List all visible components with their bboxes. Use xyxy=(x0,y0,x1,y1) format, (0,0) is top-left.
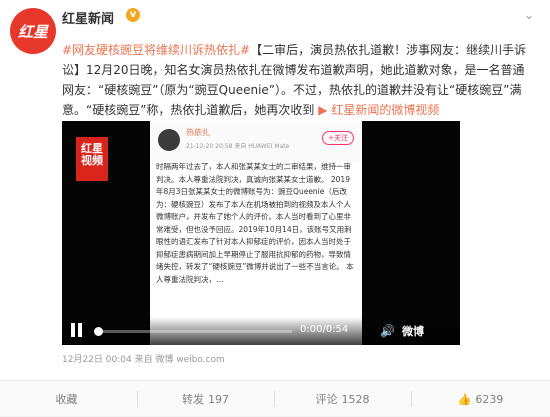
screenshot-frame: 热依扎 21-12-20 20:58 来自 HUAWEI Mate +关注 时隔… xyxy=(150,121,362,345)
action-count: 6239 xyxy=(475,392,504,406)
weibo-watermark: 微博 xyxy=(402,325,424,338)
video-controls: 0:00/0:54 🔊 微博 xyxy=(62,317,460,345)
video-link[interactable]: ▶ 红星新闻的微博视频 xyxy=(318,103,439,117)
post: 红星 红星新闻 v ⌄ #网友硬核豌豆将维续川诉热依扎#【二审后，演员热依扎道歉… xyxy=(0,0,550,380)
pause-icon[interactable] xyxy=(70,323,84,339)
screenshot-header: 热依扎 21-12-20 20:58 来自 HUAWEI Mate +关注 xyxy=(150,121,362,161)
post-text: #网友硬核豌豆将维续川诉热依扎#【二审后，演员热依扎道歉！涉事网友：继续川手诉讼… xyxy=(62,40,532,120)
screenshot-follow: +关注 xyxy=(322,131,354,145)
post-body: 12月20日晚，知名女演员热依扎在微博发布道歉声明，她此道歉对象，是一名普通网友… xyxy=(62,63,525,117)
screenshot-text: 时隔两年过去了，本人和张某某女士的二审结果，维持一审判决。本人尊重法院判决，真诚… xyxy=(156,162,354,284)
video-right-panel xyxy=(362,121,460,345)
video-left-panel: 红星 视频 xyxy=(62,121,162,345)
action-label: 转发 xyxy=(182,393,204,406)
verified-icon: v xyxy=(126,8,140,22)
favorite-button[interactable]: 收藏 xyxy=(0,381,137,417)
volume-icon[interactable]: 🔊 xyxy=(380,324,395,338)
comment-button[interactable]: 评论 1528 xyxy=(274,381,411,417)
chevron-down-icon[interactable]: ⌄ xyxy=(524,8,534,22)
topic-link[interactable]: #网友硬核豌豆将维续川诉热依扎# xyxy=(62,43,250,57)
screenshot-meta: 21-12-20 20:58 来自 HUAWEI Mate xyxy=(186,143,290,150)
thumbs-up-icon: 👍 xyxy=(457,392,472,406)
repost-button[interactable]: 转发 197 xyxy=(137,381,274,417)
video-time: 0:00/0:54 xyxy=(300,324,349,335)
action-label: 评论 xyxy=(315,393,338,406)
progress-knob[interactable] xyxy=(94,327,103,336)
action-count: 197 xyxy=(208,392,229,406)
action-bar: 收藏 转发 197 评论 1528 👍 6239 xyxy=(0,380,550,416)
progress-bar[interactable] xyxy=(94,327,292,336)
action-label: 收藏 xyxy=(55,393,78,406)
video-logo: 红星 视频 xyxy=(76,137,108,181)
screenshot-avatar xyxy=(158,129,180,151)
action-count: 1528 xyxy=(341,392,370,406)
timestamp[interactable]: 12月22日 00:04 来自 微博 weibo.com xyxy=(62,352,225,365)
avatar[interactable]: 红星 xyxy=(10,8,56,54)
video-player[interactable]: 红星 视频 热依扎 21-12-20 20:58 来自 HUAWEI Mate … xyxy=(62,121,460,345)
like-button[interactable]: 👍 6239 xyxy=(411,381,550,417)
screenshot-name: 热依扎 xyxy=(186,128,210,137)
weibo-card: 红星 红星新闻 v ⌄ #网友硬核豌豆将维续川诉热依扎#【二审后，演员热依扎道歉… xyxy=(0,0,550,416)
username[interactable]: 红星新闻 xyxy=(62,8,114,27)
